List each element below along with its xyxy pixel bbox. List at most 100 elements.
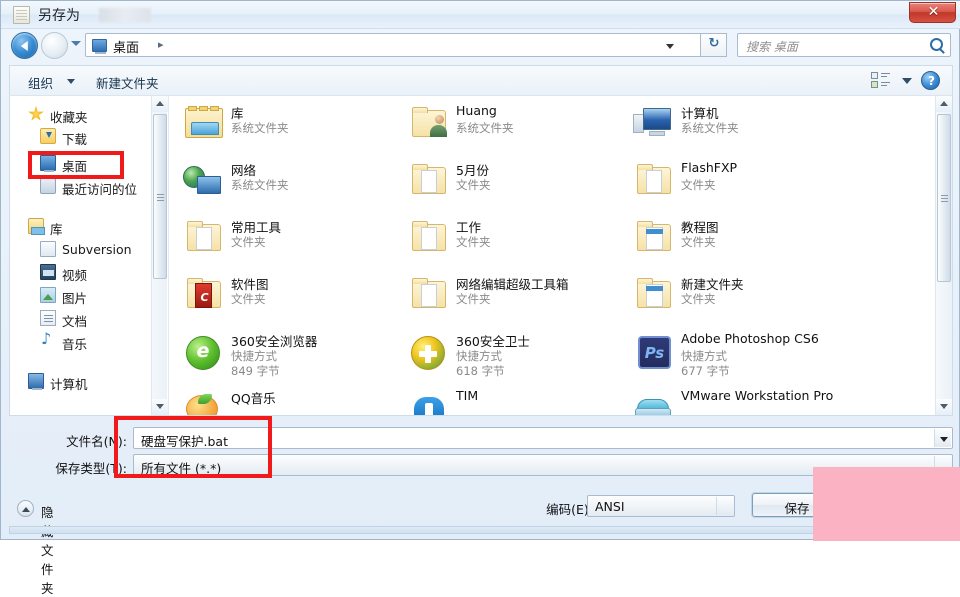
sidebar-scroll-up-button[interactable] [152,96,168,112]
file-item[interactable]: e 360安全浏览器 快捷方式 849 字节 [177,329,402,381]
search-placeholder: 搜索 桌面 [746,40,798,54]
chevron-down-icon [156,404,164,409]
search-box[interactable]: 搜索 桌面 [737,33,951,57]
file-item[interactable]: 教程图 文件夹 [627,215,852,267]
window-icon [13,6,30,24]
sidebar-item-label: 音乐 [62,337,88,352]
file-icon-wrap [181,389,223,415]
file-item[interactable]: 工作 文件夹 [402,215,627,267]
file-item[interactable]: 软件图文件夹 [177,272,402,324]
view-mode-icon[interactable] [871,72,890,89]
sidebar-item-label: Subversion [62,242,132,257]
file-item[interactable]: FlashFXP 文件夹 [627,158,852,210]
file-item[interactable]: Huang 系统文件夹 [402,101,627,153]
file-item[interactable]: 库系统文件夹 [177,101,402,153]
vmware-icon [635,399,671,415]
address-bar[interactable]: 桌面 ▸ [85,33,701,57]
file-item[interactable]: VMware Workstation Pro [627,386,852,415]
file-icon-wrap [181,104,223,144]
toolbar: 组织 新建文件夹 ? [9,65,953,95]
sidebar-item-8[interactable]: 文档 [10,308,151,329]
back-button[interactable] [11,32,38,59]
sidebar-item-7[interactable]: 图片 [10,285,151,306]
sidebar-item-6[interactable]: 视频 [10,262,151,283]
annotation-box-filename-filetype [114,416,272,478]
desktop-icon [92,39,107,54]
file-name: TIM [456,388,479,403]
file-type: 文件夹 [681,292,716,306]
file-size: 849 字节 [231,364,280,378]
file-scroll-up-button[interactable] [936,96,952,112]
sidebar-item-label: 视频 [62,268,88,283]
tim-icon [414,397,444,415]
view-mode-chevron-down-icon[interactable] [902,78,912,84]
new-folder-button[interactable]: 新建文件夹 [96,73,159,92]
organize-button[interactable]: 组织 [28,73,53,92]
photoshop-icon: Ps [638,336,671,369]
filename-dropdown-icon[interactable] [934,429,951,447]
sidebar-scroll-thumb[interactable] [153,114,167,279]
sidebar-item-3[interactable]: 最近访问的位 [10,176,151,197]
address-dropdown-icon[interactable] [666,44,674,49]
file-item[interactable]: TIM [402,386,627,415]
sidebar-item-label: 计算机 [50,377,88,392]
star-icon [28,106,44,121]
file-item[interactable]: 网络 系统文件夹 [177,158,402,210]
file-type: 文件夹 [231,292,266,306]
file-item[interactable]: 360安全卫士 快捷方式 618 字节 [402,329,627,381]
sidebar-item-label: 文档 [62,314,88,329]
folder-icon [637,164,671,194]
file-type: 系统文件夹 [681,121,739,135]
organize-chevron-down-icon[interactable] [67,79,75,84]
file-item[interactable]: 网络编辑超级工具箱 文件夹 [402,272,627,324]
folder-icon [637,278,671,308]
content-area: 收藏夹下载桌面最近访问的位库Subversion视频图片文档音乐计算机 库系统文… [9,95,953,416]
download-icon [40,128,56,144]
file-type: 文件夹 [231,235,266,249]
library-folder-icon [185,106,223,138]
sidebar-item-9[interactable]: 音乐 [10,329,151,352]
refresh-button[interactable]: ↻ [701,33,727,57]
folder-icon [187,221,221,251]
file-item[interactable]: QQ音乐 [177,386,402,415]
file-item[interactable]: Ps Adobe Photoshop CS6 快捷方式 677 字节 [627,329,852,381]
sidebar-item-0[interactable]: 收藏夹 [10,104,151,125]
recent-locations-chevron-icon[interactable] [71,41,81,46]
sidebar-item-10[interactable]: 计算机 [10,371,151,392]
file-item[interactable]: 常用工具 文件夹 [177,215,402,267]
sidebar-item-1[interactable]: 下载 [10,126,151,147]
navigation-row: 桌面 ▸ ↻ 搜索 桌面 [1,29,960,63]
file-name: FlashFXP [681,160,738,175]
sidebar-item-label: 库 [50,222,63,237]
file-item[interactable]: 5月份 文件夹 [402,158,627,210]
close-button[interactable]: ✕ [909,2,956,23]
file-item[interactable]: 计算机 系统文件夹 [627,101,852,153]
help-button[interactable]: ? [921,71,940,90]
sidebar-item-label: 下载 [62,132,88,147]
file-icon-wrap [181,275,223,315]
file-icon-wrap [406,104,448,144]
breadcrumb-desktop[interactable]: 桌面 [113,37,139,56]
file-name: VMware Workstation Pro [681,388,834,403]
sidebar-item-5[interactable]: Subversion [10,239,151,260]
file-item[interactable]: 新建文件夹 文件夹 [627,272,852,324]
pink-redaction-overlay [813,467,960,541]
file-list-scrollbar[interactable] [935,96,952,415]
encoding-dropdown-icon[interactable] [716,497,733,515]
360-safe-icon [411,336,445,370]
file-name: QQ音乐 [231,391,276,406]
network-icon [183,164,223,200]
forward-button[interactable] [41,32,68,59]
chevron-up-circle-icon [17,500,34,517]
file-type: 系统文件夹 [231,178,289,192]
breadcrumb-chevron-icon[interactable]: ▸ [158,38,164,51]
encoding-select[interactable]: ANSI [587,495,735,517]
file-scroll-thumb[interactable] [937,114,951,282]
sidebar-scrollbar[interactable] [151,96,168,415]
file-list[interactable]: 库系统文件夹 Huang 系统文件夹 计算机 系统文件夹 网络 系统文件夹 5月份 文件夹 Fla… [168,96,937,415]
file-size: 618 字节 [456,364,505,378]
folder-icon [412,278,446,308]
sidebar-scroll-down-button[interactable] [152,399,168,415]
sidebar-item-4[interactable]: 库 [10,216,151,237]
file-scroll-down-button[interactable] [936,399,952,415]
